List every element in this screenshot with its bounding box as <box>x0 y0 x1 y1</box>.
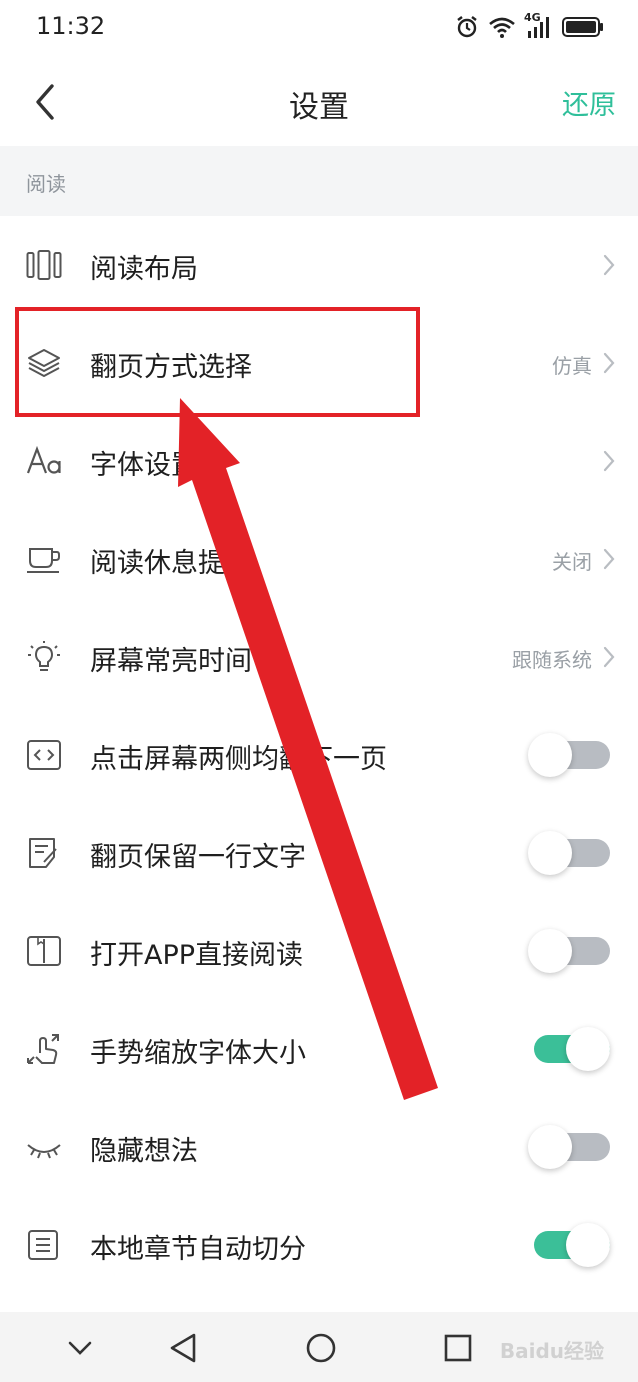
status-bar: 11:32 4G <box>0 0 638 56</box>
setting-tap-sides-next-page[interactable]: 点击屏幕两侧均翻下一页 <box>0 706 638 804</box>
alarm-icon <box>457 16 477 38</box>
toggle-knob <box>528 733 572 777</box>
setting-auto-split-chapters[interactable]: 本地章节自动切分 <box>0 1196 638 1294</box>
eye-closed-icon <box>27 1144 61 1159</box>
app-header: 设置 还原 <box>0 56 638 146</box>
toggle-switch[interactable] <box>528 1223 610 1267</box>
setting-hide-thoughts[interactable]: 隐藏想法 <box>0 1098 638 1196</box>
layout-icon <box>26 250 62 280</box>
section-label: 阅读 <box>26 172 66 196</box>
setting-label: 本地章节自动切分 <box>90 1234 306 1265</box>
toggle-knob <box>566 1027 610 1071</box>
toggle-switch[interactable] <box>528 831 610 875</box>
setting-pinch-zoom-font[interactable]: 手势缩放字体大小 <box>0 1000 638 1098</box>
code-brackets-icon <box>27 740 61 770</box>
gesture-icon <box>27 1034 59 1064</box>
annotation-highlight-box <box>15 307 420 417</box>
setting-label: 手势缩放字体大小 <box>90 1038 306 1069</box>
chevron-right-icon <box>603 548 615 570</box>
setting-screen-on-time[interactable]: 屏幕常亮时间 跟随系统 <box>0 608 638 706</box>
cup-icon <box>27 548 60 573</box>
setting-rest-reminder[interactable]: 阅读休息提醒 关闭 <box>0 510 638 608</box>
setting-keep-one-line[interactable]: 翻页保留一行文字 <box>0 804 638 902</box>
chevron-right-icon <box>603 450 615 472</box>
signal-icon: 4G <box>524 11 554 39</box>
restore-button[interactable]: 还原 <box>562 83 616 122</box>
section-header: 阅读 <box>0 146 638 216</box>
wifi-icon <box>489 17 515 38</box>
status-icons: 4G <box>454 11 604 40</box>
chevron-right-icon <box>603 352 615 374</box>
setting-label: 屏幕常亮时间 <box>90 646 252 677</box>
setting-label: 点击屏幕两侧均翻下一页 <box>90 744 387 775</box>
setting-label: 阅读布局 <box>90 254 198 285</box>
toggle-knob <box>528 831 572 875</box>
toggle-switch[interactable] <box>528 929 610 973</box>
note-icon <box>29 838 57 868</box>
setting-label: 隐藏想法 <box>90 1136 198 1167</box>
font-icon <box>26 445 61 474</box>
list-icon <box>28 1230 58 1260</box>
back-triangle-icon[interactable] <box>164 1328 204 1368</box>
setting-value: 仿真 <box>552 354 592 378</box>
setting-value: 关闭 <box>552 550 592 574</box>
setting-label: 打开APP直接阅读 <box>90 940 304 971</box>
page-title: 设置 <box>289 90 349 125</box>
watermark: Baidu经验 <box>499 1339 604 1363</box>
system-nav-bar: Baidu经验 <box>0 1312 638 1382</box>
setting-open-app-read[interactable]: 打开APP直接阅读 <box>0 902 638 1000</box>
setting-value: 跟随系统 <box>512 648 592 672</box>
chevron-down-icon[interactable] <box>60 1328 100 1368</box>
toggle-switch[interactable] <box>528 1125 610 1169</box>
book-icon <box>27 936 61 966</box>
setting-font[interactable]: 字体设置 <box>0 412 638 510</box>
setting-label: 字体设置 <box>90 450 198 481</box>
toggle-knob <box>528 929 572 973</box>
chevron-right-icon <box>603 254 615 276</box>
chevron-right-icon <box>603 646 615 668</box>
home-circle-icon[interactable] <box>301 1328 341 1368</box>
setting-label: 翻页保留一行文字 <box>90 842 306 873</box>
lightbulb-icon <box>28 641 60 671</box>
battery-icon <box>562 17 603 37</box>
status-time: 11:32 <box>36 12 106 40</box>
toggle-switch[interactable] <box>528 733 610 777</box>
setting-label: 阅读休息提醒 <box>90 548 252 579</box>
recents-square-icon[interactable] <box>438 1328 478 1368</box>
toggle-switch[interactable] <box>528 1027 610 1071</box>
toggle-knob <box>566 1223 610 1267</box>
setting-reading-layout[interactable]: 阅读布局 <box>0 216 638 314</box>
toggle-knob <box>528 1125 572 1169</box>
